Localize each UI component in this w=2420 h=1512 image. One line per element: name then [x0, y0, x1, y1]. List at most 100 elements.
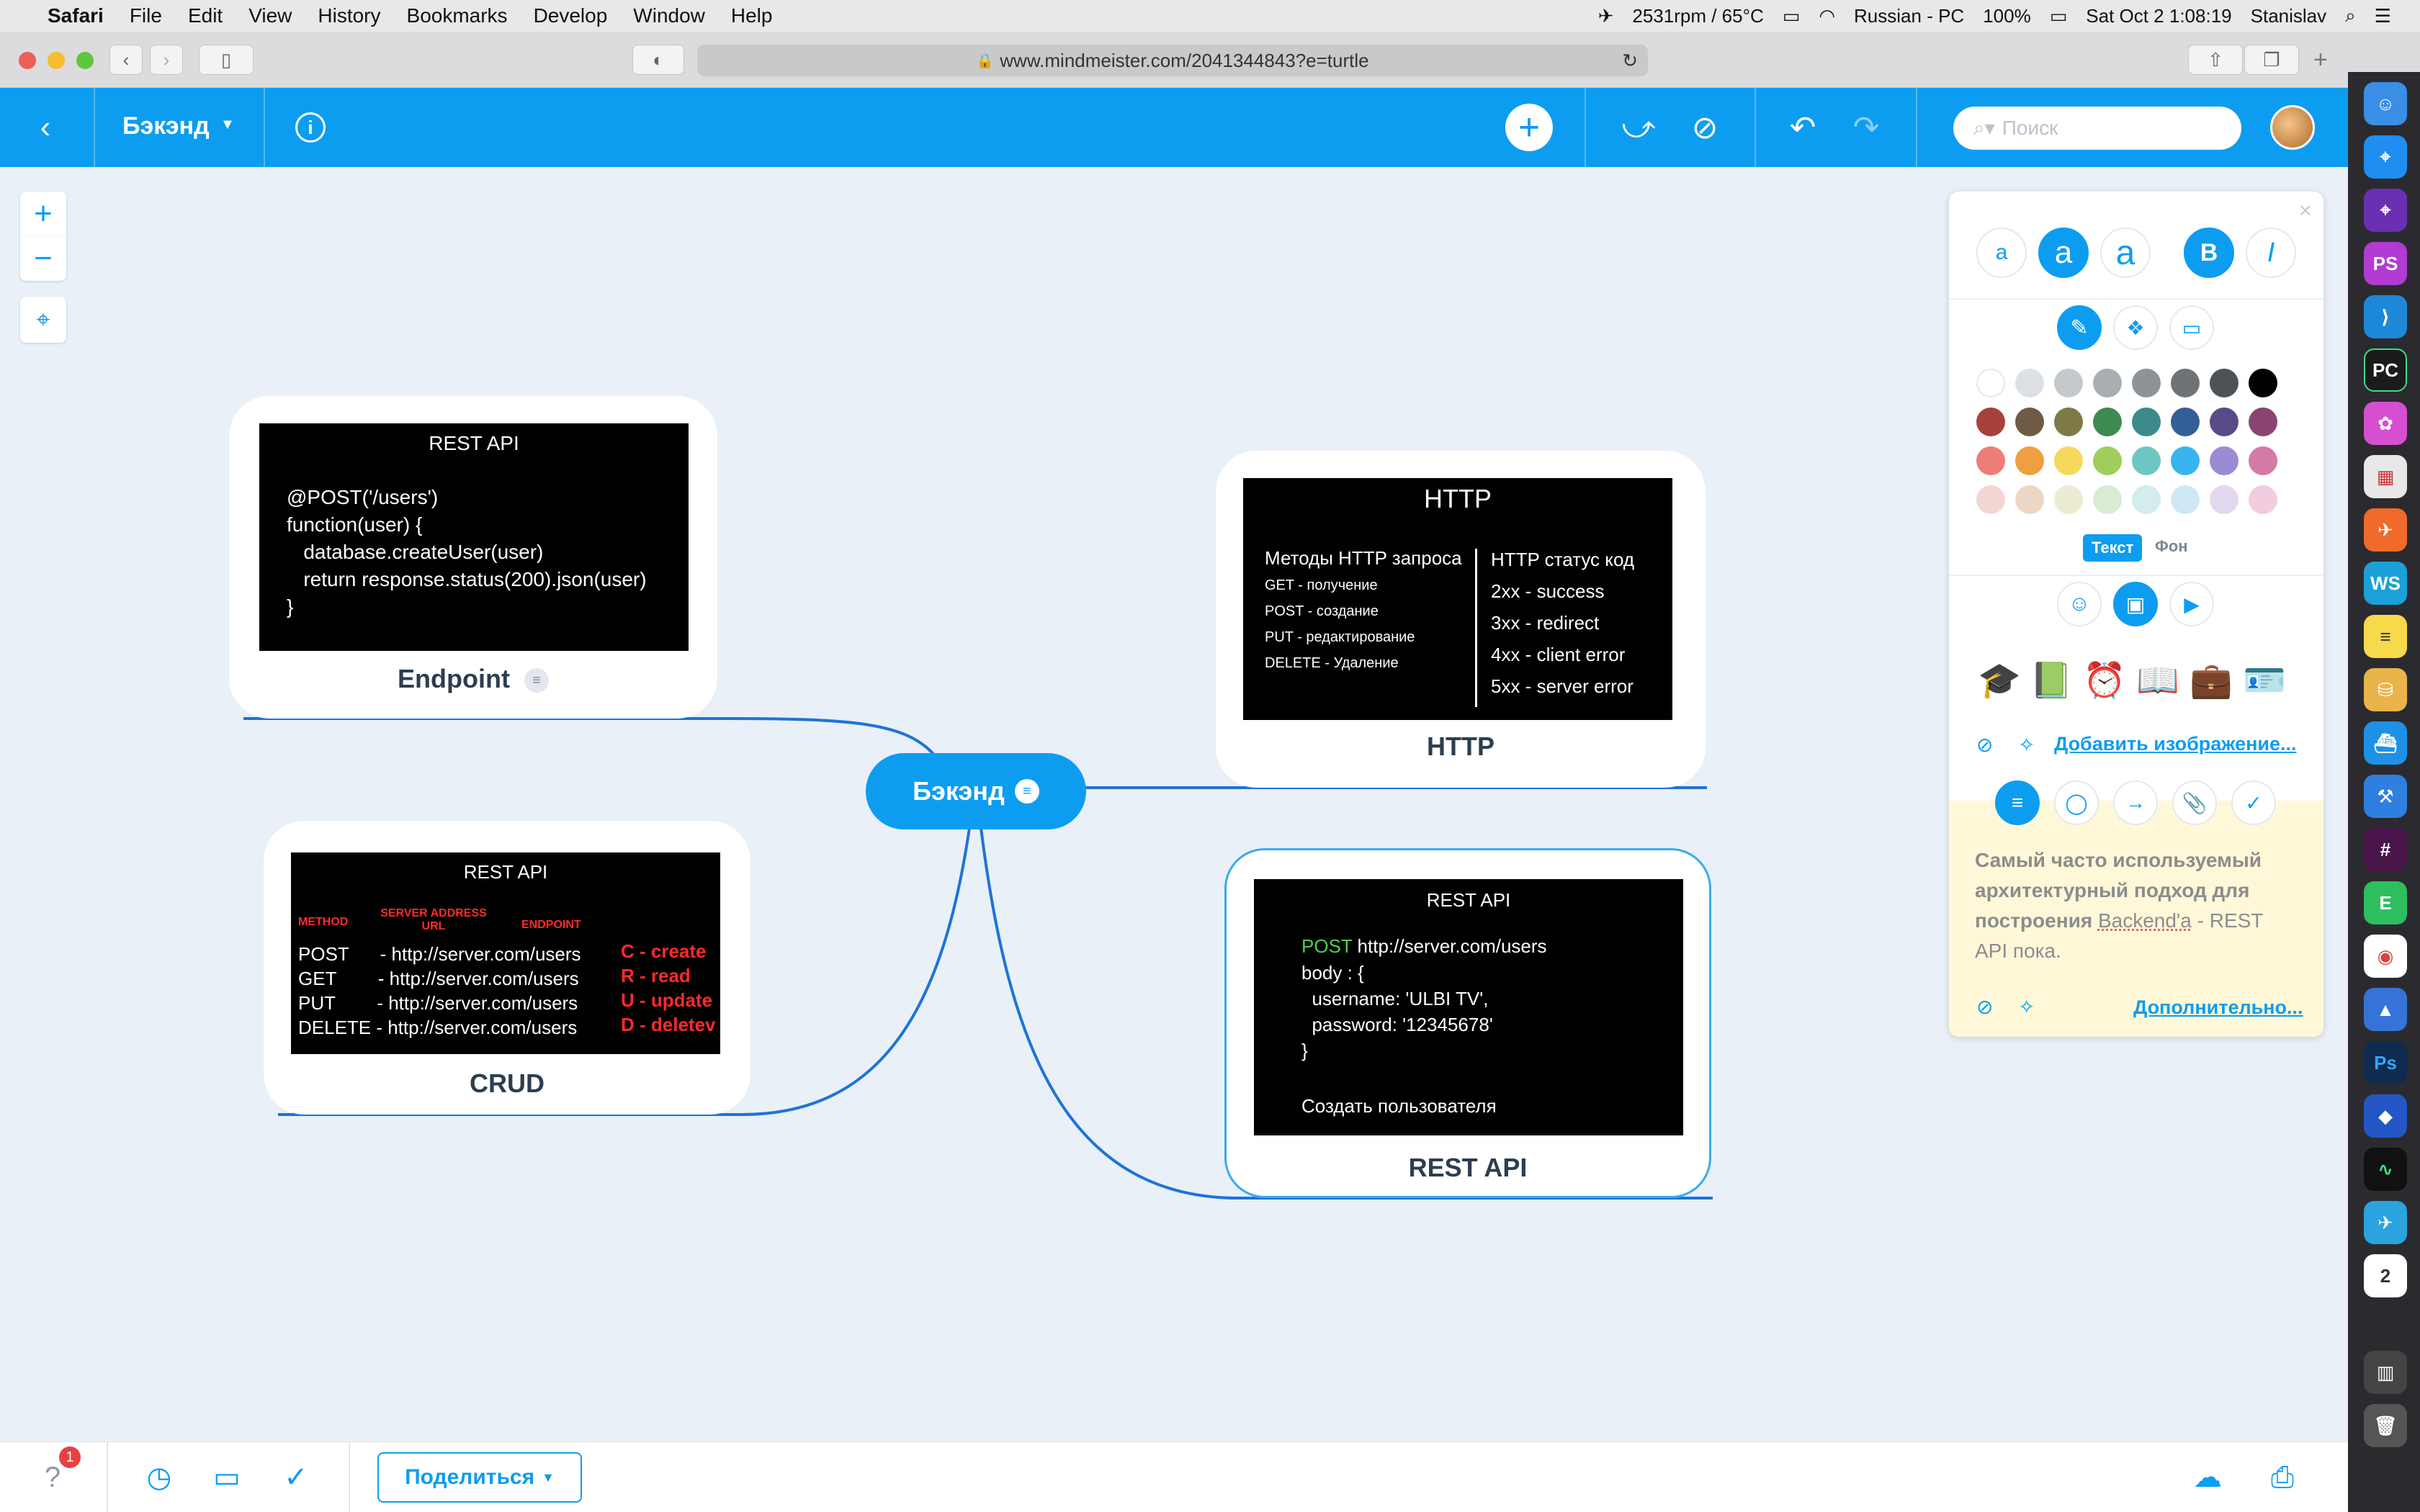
node-endpoint[interactable]: REST API @POST('/users') function(user) …: [229, 396, 717, 719]
address-bar[interactable]: 🔒 www.mindmeister.com/2041344843?e=turtl…: [697, 45, 1648, 76]
more-link[interactable]: Дополнительно...: [2133, 996, 2303, 1019]
node-restapi[interactable]: REST API POST http://server.com/users bo…: [1224, 848, 1711, 1198]
color-swatch[interactable]: [2171, 408, 2200, 436]
color-swatch[interactable]: [2132, 446, 2161, 475]
dock-evernote-icon[interactable]: E: [2364, 881, 2407, 924]
dock-notes-icon[interactable]: ≡: [2364, 615, 2407, 658]
color-swatch[interactable]: [2093, 446, 2122, 475]
reload-icon[interactable]: ↻: [1622, 50, 1638, 72]
video-icon[interactable]: ▶: [2169, 582, 2214, 626]
history-icon[interactable]: ◷: [140, 1458, 179, 1497]
menu-help[interactable]: Help: [731, 4, 773, 27]
dock-database-icon[interactable]: ⛁: [2364, 668, 2407, 711]
color-swatch[interactable]: [2249, 485, 2277, 514]
dock-downloads-icon[interactable]: ▥: [2364, 1351, 2407, 1394]
dock-activity-monitor-icon[interactable]: ∿: [2364, 1148, 2407, 1191]
avatar[interactable]: [2270, 105, 2315, 150]
color-swatch[interactable]: [2210, 408, 2238, 436]
color-swatch[interactable]: [2249, 446, 2277, 475]
spotlight-search-icon[interactable]: ⌕: [2345, 4, 2356, 27]
note-magic-wand-icon[interactable]: ✧: [2018, 995, 2035, 1019]
tab-text[interactable]: Текст: [2083, 534, 2143, 562]
remove-image-icon[interactable]: ⊘: [1976, 733, 1993, 757]
print-icon[interactable]: ⎙: [2263, 1458, 2302, 1497]
add-topic-button[interactable]: +: [1505, 104, 1553, 151]
redo-icon[interactable]: ↷: [1845, 107, 1887, 148]
central-topic[interactable]: Бэкэнд ≡: [866, 753, 1086, 829]
font-size-large-button[interactable]: a: [2100, 228, 2151, 278]
color-swatch[interactable]: [2132, 369, 2161, 397]
dock-xcode-icon[interactable]: ⚒: [2364, 775, 2407, 818]
border-style-button[interactable]: ▭: [2169, 305, 2214, 350]
menu-bookmarks[interactable]: Bookmarks: [407, 4, 508, 27]
color-swatch[interactable]: [2015, 408, 2044, 436]
color-swatch[interactable]: [2132, 485, 2161, 514]
menu-history[interactable]: History: [318, 4, 380, 27]
note-button[interactable]: ≡: [1995, 780, 2040, 825]
back-arrow-icon[interactable]: ‹: [24, 107, 66, 148]
dock-phpstorm-icon[interactable]: PS: [2364, 242, 2407, 285]
dock-docker-icon[interactable]: ⛴: [2364, 721, 2407, 765]
map-title[interactable]: Бэкэнд: [122, 112, 210, 140]
color-swatch[interactable]: [1976, 485, 2005, 514]
color-swatch[interactable]: [2249, 408, 2277, 436]
note-editor[interactable]: Самый часто используемый архитектурный п…: [1975, 845, 2299, 966]
emoji-icon[interactable]: ☺: [2057, 582, 2102, 626]
bold-button[interactable]: B: [2184, 228, 2234, 278]
node-http[interactable]: HTTP Методы HTTP запроса GET - получение…: [1216, 451, 1706, 788]
dock-safari-preview-icon[interactable]: ⌖: [2364, 189, 2407, 232]
tasks-check-icon[interactable]: ✓: [277, 1458, 315, 1497]
attachment-button[interactable]: 📎: [2172, 780, 2217, 825]
dock-webstorm-icon[interactable]: WS: [2364, 562, 2407, 605]
dock-jira-icon[interactable]: ◆: [2364, 1094, 2407, 1138]
task-button[interactable]: ✓: [2231, 780, 2276, 825]
comment-button[interactable]: ◯: [2054, 780, 2099, 825]
color-swatch[interactable]: [1976, 408, 2005, 436]
color-swatch[interactable]: [2249, 369, 2277, 397]
email-book-icon[interactable]: 📗: [2028, 657, 2074, 703]
battery-icon[interactable]: ▭: [2050, 5, 2068, 27]
display-icon[interactable]: ▭: [1783, 5, 1801, 27]
clear-style-icon[interactable]: ⊘: [1684, 107, 1726, 148]
central-note-icon[interactable]: ≡: [1014, 779, 1039, 804]
dock-telegram-icon[interactable]: ✈: [2364, 1201, 2407, 1244]
color-swatch[interactable]: [1976, 369, 2005, 397]
alarm-clock-icon[interactable]: ⏰: [2081, 657, 2128, 703]
close-window-button[interactable]: [19, 52, 36, 69]
color-swatch[interactable]: [2054, 369, 2083, 397]
undo-icon[interactable]: ↶: [1782, 107, 1824, 148]
graduation-cap-icon[interactable]: 🎓: [1976, 657, 2022, 703]
color-swatch[interactable]: [2015, 485, 2044, 514]
dock-safari-icon[interactable]: ⌖: [2364, 135, 2407, 179]
share-button[interactable]: Поделиться ▼: [377, 1452, 582, 1503]
connect-icon[interactable]: ⤻: [1618, 107, 1659, 148]
color-swatch[interactable]: [2054, 485, 2083, 514]
color-swatch[interactable]: [2093, 485, 2122, 514]
color-swatch[interactable]: [2093, 408, 2122, 436]
italic-button[interactable]: I: [2246, 228, 2296, 278]
dock-pycharm-icon[interactable]: PC: [2364, 348, 2407, 392]
color-swatch[interactable]: [2015, 446, 2044, 475]
color-swatch[interactable]: [2210, 446, 2238, 475]
dock-slack-icon[interactable]: #: [2364, 828, 2407, 871]
close-panel-icon[interactable]: ×: [2298, 197, 2312, 224]
magic-wand-icon[interactable]: ✧: [2018, 733, 2035, 757]
share-icon[interactable]: ⇧: [2188, 45, 2243, 75]
color-swatch[interactable]: [2210, 369, 2238, 397]
info-icon[interactable]: i: [290, 107, 331, 148]
link-button[interactable]: →: [2113, 780, 2158, 825]
sidebar-toggle-icon[interactable]: ▯: [199, 45, 254, 75]
clock[interactable]: Sat Oct 2 1:08:19: [2086, 5, 2231, 27]
open-book-icon[interactable]: 📖: [2135, 657, 2181, 703]
note-icon[interactable]: ≡: [524, 668, 549, 693]
style-paint-button[interactable]: ✎: [2057, 305, 2102, 350]
color-swatch[interactable]: [2171, 446, 2200, 475]
privacy-shield-icon[interactable]: ◐: [632, 45, 684, 75]
dock-chrome-icon[interactable]: ◉: [2364, 935, 2407, 978]
font-size-small-button[interactable]: a: [1976, 228, 2027, 278]
remove-note-icon[interactable]: ⊘: [1976, 995, 1993, 1019]
cloud-download-icon[interactable]: ☁: [2188, 1458, 2227, 1497]
map-title-dropdown-icon[interactable]: ▼: [220, 117, 235, 133]
dock-postman-icon[interactable]: ✈: [2364, 508, 2407, 552]
font-size-medium-button[interactable]: a: [2038, 228, 2089, 278]
